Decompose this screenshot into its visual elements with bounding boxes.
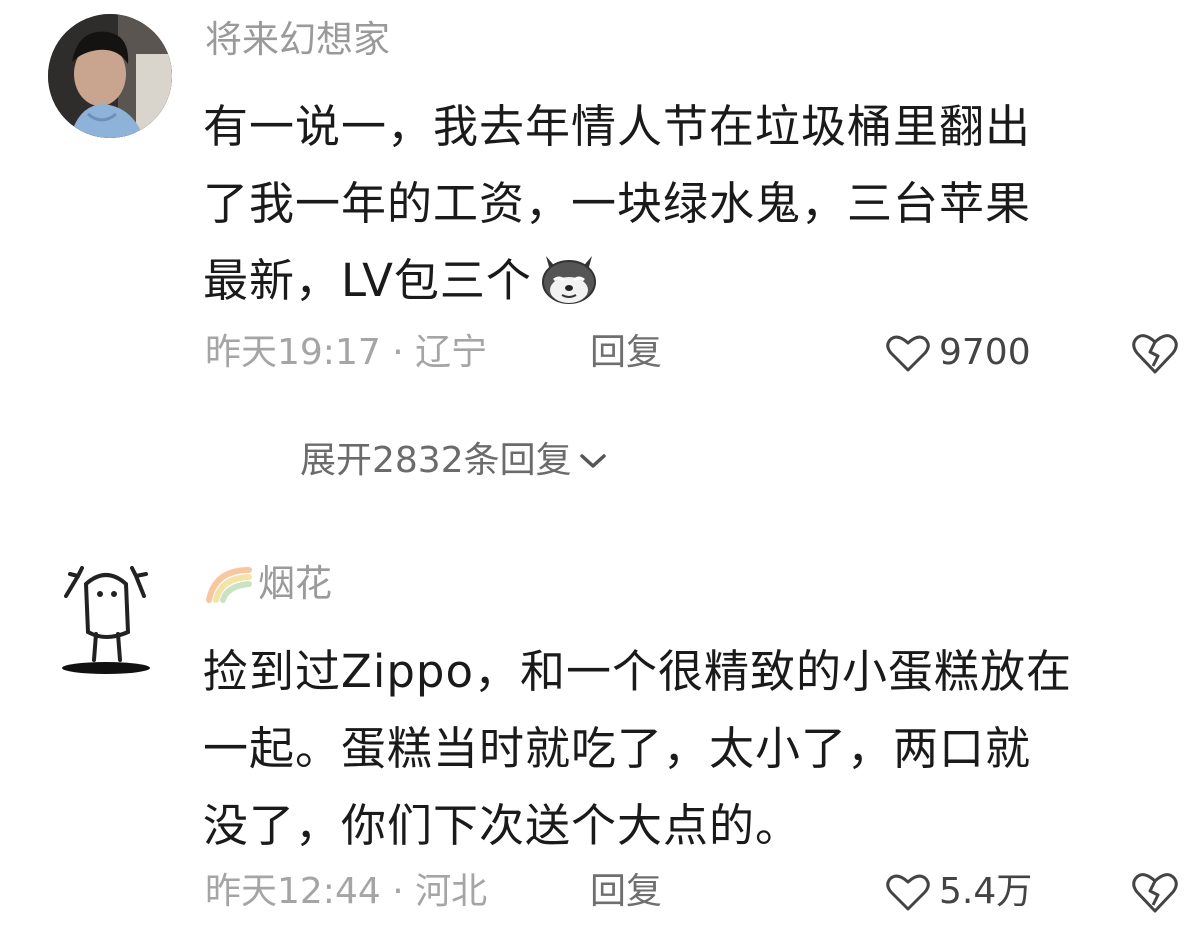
comment-text: 捡到过Zippo，和一个很精致的小蛋糕放在 一起。蛋糕当时就吃了，太小了，两口就… bbox=[203, 633, 1072, 864]
avatar[interactable] bbox=[48, 554, 172, 678]
username[interactable]: 烟花 bbox=[258, 562, 332, 606]
comment-line: 最新，LV包三个 bbox=[203, 242, 1031, 319]
heart-icon bbox=[886, 874, 930, 911]
reply-button[interactable]: 回复 bbox=[590, 867, 662, 917]
chevron-down-icon bbox=[579, 454, 606, 468]
comment-line-text: 最新，LV包三个 bbox=[203, 254, 532, 307]
avatar[interactable] bbox=[48, 14, 172, 138]
comment-meta: 昨天12:44 · 河北 回复 5.4万 bbox=[205, 867, 1195, 917]
expand-replies-button[interactable]: 展开2832条回复 bbox=[300, 436, 608, 486]
comment-line: 捡到过Zippo，和一个很精致的小蛋糕放在 bbox=[203, 645, 1072, 698]
comment-line: 一起。蛋糕当时就吃了，太小了，两口就 bbox=[203, 722, 1032, 775]
username[interactable]: 将来幻想家 bbox=[205, 18, 390, 62]
like-button[interactable]: 5.4万 bbox=[885, 867, 1032, 917]
comment-line: 没了，你们下次送个大点的。 bbox=[203, 799, 802, 852]
expand-replies-label: 展开2832条回复 bbox=[300, 440, 572, 481]
comment-list: 将来幻想家 有一说一，我去年情人节在垃圾桶里翻出 了我一年的工资，一块绿水鬼，三… bbox=[0, 0, 1200, 947]
comment-text: 有一说一，我去年情人节在垃圾桶里翻出 了我一年的工资，一块绿水鬼，三台苹果 最新… bbox=[203, 88, 1031, 319]
timestamp-location: 昨天12:44 · 河北 bbox=[205, 871, 488, 912]
like-button[interactable]: 9700 bbox=[885, 328, 1031, 378]
like-count: 9700 bbox=[939, 332, 1031, 373]
comment-meta: 昨天19:17 · 辽宁 回复 9700 bbox=[205, 328, 1195, 378]
broken-heart-icon bbox=[1132, 334, 1178, 374]
comment-line: 有一说一，我去年情人节在垃圾桶里翻出 bbox=[203, 100, 1032, 153]
broken-heart-icon bbox=[1132, 873, 1178, 913]
timestamp-location: 昨天19:17 · 辽宁 bbox=[205, 332, 488, 373]
heart-icon bbox=[886, 335, 930, 372]
comment-line: 了我一年的工资，一块绿水鬼，三台苹果 bbox=[203, 177, 1032, 230]
dog-emoji bbox=[541, 256, 596, 304]
dislike-button[interactable] bbox=[1130, 330, 1180, 390]
rainbow-badge-icon bbox=[206, 567, 252, 603]
dislike-button[interactable] bbox=[1130, 869, 1180, 929]
avatar-doodle bbox=[62, 566, 150, 674]
avatar-photo bbox=[48, 14, 172, 138]
reply-button[interactable]: 回复 bbox=[590, 328, 662, 378]
like-count: 5.4万 bbox=[939, 871, 1033, 912]
